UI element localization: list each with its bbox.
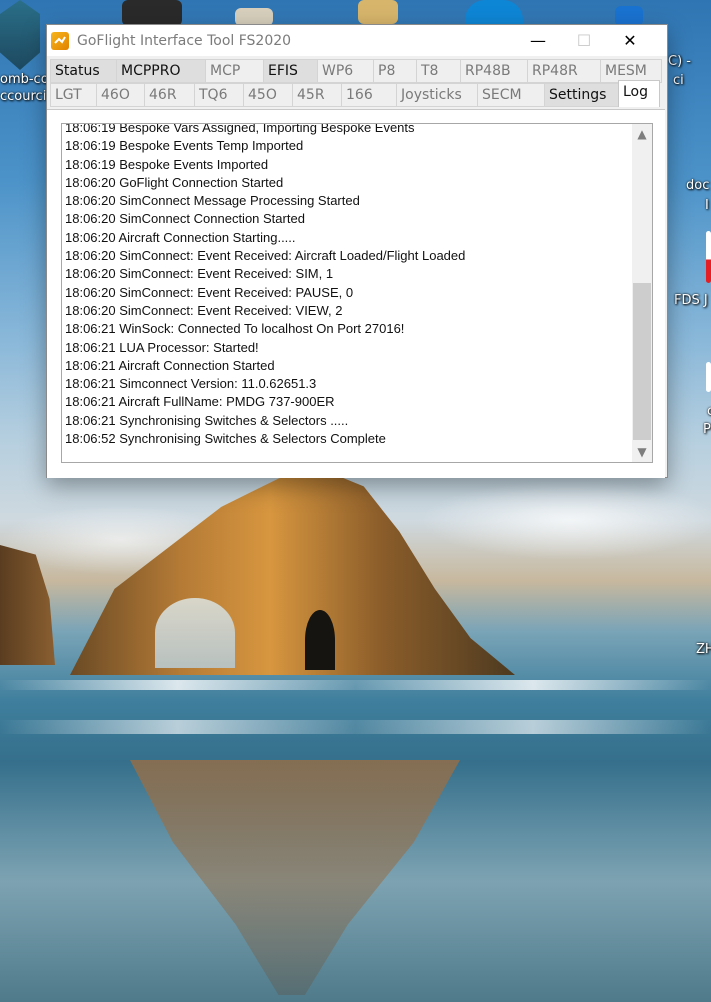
- tab-46r[interactable]: 46R: [144, 83, 194, 107]
- desktop-label: ccourci: [0, 89, 47, 104]
- desktop-label: I: [705, 198, 709, 213]
- log-listbox[interactable]: 18:06:19 Bespoke Vars Assigned, Importin…: [61, 123, 653, 463]
- surf-decoration: [0, 720, 711, 734]
- desktop-label: FDS J: [674, 293, 708, 308]
- desktop-label: c: [707, 404, 711, 419]
- desktop-file-icon[interactable]: [706, 231, 711, 283]
- log-line[interactable]: 18:06:19 Bespoke Events Imported: [65, 156, 630, 174]
- tab-efis[interactable]: EFIS: [263, 59, 317, 83]
- tab-p8[interactable]: P8: [373, 59, 416, 83]
- arch-opening-decoration: [155, 598, 235, 668]
- log-line[interactable]: 18:06:20 SimConnect: Event Received: VIE…: [65, 302, 630, 320]
- tab-mcp[interactable]: MCP: [205, 59, 263, 83]
- desktop-label: C) -: [668, 54, 691, 69]
- tab-166[interactable]: 166: [341, 83, 396, 107]
- maximize-button[interactable]: ☐: [561, 25, 607, 56]
- scroll-up-icon[interactable]: ▲: [632, 124, 652, 144]
- log-line[interactable]: 18:06:20 GoFlight Connection Started: [65, 174, 630, 192]
- close-button[interactable]: ✕: [607, 25, 653, 56]
- log-line[interactable]: 18:06:20 SimConnect: Event Received: PAU…: [65, 284, 630, 302]
- tab-45r[interactable]: 45R: [292, 83, 341, 107]
- log-line[interactable]: 18:06:21 Aircraft FullName: PMDG 737-900…: [65, 393, 630, 411]
- log-panel: 18:06:19 Bespoke Vars Assigned, Importin…: [47, 109, 665, 478]
- log-line[interactable]: 18:06:19 Bespoke Events Temp Imported: [65, 137, 630, 155]
- log-line[interactable]: 18:06:20 SimConnect Message Processing S…: [65, 192, 630, 210]
- desktop-app-icon[interactable]: [122, 0, 182, 26]
- tab-joysticks[interactable]: Joysticks: [396, 83, 477, 107]
- log-line[interactable]: 18:06:21 Synchronising Switches & Select…: [65, 412, 630, 430]
- tab-row-2: LGT 46O 46R TQ6 45O 45R 166 Joysticks SE…: [50, 80, 660, 107]
- log-line[interactable]: 18:06:20 SimConnect Connection Started: [65, 210, 630, 228]
- tab-45o[interactable]: 45O: [243, 83, 292, 107]
- desktop-label: omb-co: [0, 72, 49, 87]
- tab-secm[interactable]: SECM: [477, 83, 544, 107]
- app-window: GoFlight Interface Tool FS2020 — ☐ ✕ Sta…: [46, 24, 668, 478]
- tab-log[interactable]: Log: [618, 80, 660, 107]
- desktop-label: doc: [686, 178, 710, 193]
- tab-46o[interactable]: 46O: [96, 83, 144, 107]
- desktop-label: ZH: [696, 642, 711, 657]
- window-title: GoFlight Interface Tool FS2020: [77, 32, 292, 49]
- cave-opening-decoration: [305, 610, 335, 670]
- water-reflection-decoration: [130, 760, 460, 995]
- surf-decoration: [0, 680, 711, 690]
- scroll-down-icon[interactable]: ▼: [632, 442, 652, 462]
- desktop-label: P: [703, 422, 711, 437]
- log-line[interactable]: 18:06:20 Aircraft Connection Starting...…: [65, 229, 630, 247]
- log-line[interactable]: 18:06:19 Bespoke Vars Assigned, Importin…: [65, 124, 630, 137]
- tab-wp6[interactable]: WP6: [317, 59, 373, 83]
- cloud-decoration: [420, 480, 711, 560]
- tab-mcppro[interactable]: MCPPRO: [116, 59, 205, 83]
- tab-t8[interactable]: T8: [416, 59, 460, 83]
- tab-strip: Status MCPPRO MCP EFIS WP6 P8 T8 RP48B R…: [50, 59, 662, 109]
- minimize-button[interactable]: —: [515, 25, 561, 56]
- tab-status[interactable]: Status: [50, 59, 116, 83]
- scrollbar-thumb[interactable]: [633, 283, 651, 440]
- log-line[interactable]: 18:06:21 WinSock: Connected To localhost…: [65, 320, 630, 338]
- vertical-scrollbar[interactable]: ▲ ▼: [632, 124, 652, 462]
- desktop-windows-icon[interactable]: [615, 6, 643, 26]
- log-line[interactable]: 18:06:20 SimConnect: Event Received: Air…: [65, 247, 630, 265]
- log-line[interactable]: 18:06:20 SimConnect: Event Received: SIM…: [65, 265, 630, 283]
- tab-rp48r[interactable]: RP48R: [527, 59, 600, 83]
- desktop-folder-icon[interactable]: [358, 0, 398, 24]
- log-line[interactable]: 18:06:52 Synchronising Switches & Select…: [65, 430, 630, 448]
- log-line[interactable]: 18:06:21 LUA Processor: Started!: [65, 339, 630, 357]
- goflight-app-icon: [51, 31, 69, 50]
- log-lines: 18:06:19 Bespoke Vars Assigned, Importin…: [65, 124, 630, 448]
- tab-settings[interactable]: Settings: [544, 83, 618, 107]
- tab-lgt[interactable]: LGT: [50, 83, 96, 107]
- tab-rp48b[interactable]: RP48B: [460, 59, 527, 83]
- tab-row-1: Status MCPPRO MCP EFIS WP6 P8 T8 RP48B R…: [50, 59, 662, 83]
- tab-tq6[interactable]: TQ6: [194, 83, 243, 107]
- desktop-file-icon[interactable]: [706, 362, 711, 392]
- desktop-app-icon[interactable]: [0, 0, 40, 70]
- log-line[interactable]: 18:06:21 Aircraft Connection Started: [65, 357, 630, 375]
- title-bar[interactable]: GoFlight Interface Tool FS2020 — ☐ ✕: [47, 25, 667, 56]
- desktop-label: ci: [673, 73, 684, 88]
- log-line[interactable]: 18:06:21 Simconnect Version: 11.0.62651.…: [65, 375, 630, 393]
